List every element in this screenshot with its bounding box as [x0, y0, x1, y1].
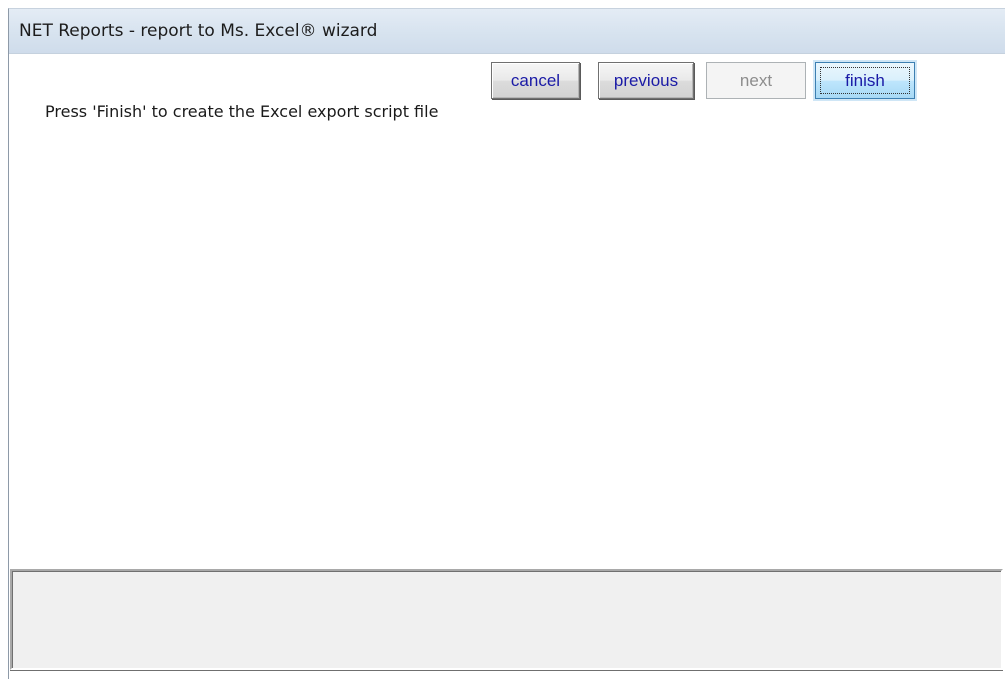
window-title: NET Reports - report to Ms. Excel® wizar… [19, 21, 378, 41]
wizard-content-panel [9, 54, 1005, 568]
button-bar [10, 569, 1003, 670]
title-bar[interactable]: NET Reports - report to Ms. Excel® wizar… [9, 9, 1005, 54]
next-button: next [706, 62, 806, 99]
previous-button-label: previous [613, 70, 679, 90]
previous-button[interactable]: previous [598, 62, 694, 99]
wizard-window: NET Reports - report to Ms. Excel® wizar… [0, 0, 1005, 679]
finish-button[interactable]: finish [815, 62, 915, 99]
instruction-text: Press 'Finish' to create the Excel expor… [45, 102, 439, 121]
finish-button-label: finish [845, 70, 885, 90]
next-button-label: next [739, 70, 773, 90]
cancel-button[interactable]: cancel [491, 62, 580, 99]
cancel-button-label: cancel [510, 70, 561, 90]
